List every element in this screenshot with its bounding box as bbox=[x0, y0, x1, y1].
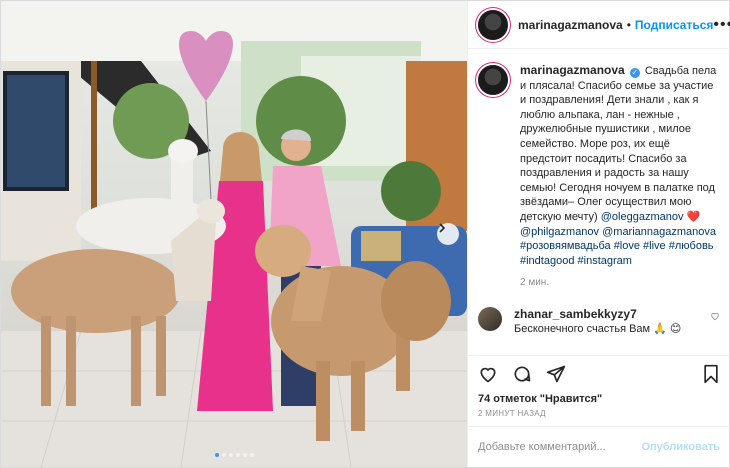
hashtag-link[interactable]: #розовяямвадьба bbox=[520, 240, 611, 252]
carousel-dot bbox=[214, 453, 219, 457]
hashtag-link[interactable]: #indtagood bbox=[520, 255, 574, 267]
mention-link[interactable]: @mariannagazmanova bbox=[602, 226, 716, 238]
comment-body: zhanar_sambekkyzy7 Бесконечного счастья … bbox=[514, 307, 710, 336]
carousel-dots bbox=[1, 453, 467, 457]
more-options-button[interactable]: ••• bbox=[713, 16, 730, 34]
heart-icon[interactable] bbox=[478, 364, 498, 384]
hashtag-link[interactable]: #live bbox=[643, 240, 666, 252]
mention-link[interactable]: @philgazmanov bbox=[520, 226, 599, 238]
hashtag-link[interactable]: #любовь bbox=[669, 240, 714, 252]
separator-dot: • bbox=[626, 17, 631, 32]
caption-body: marinagazmanova ✓ Свадьба пела и плясала… bbox=[520, 63, 720, 291]
carousel-dot bbox=[228, 453, 233, 457]
share-icon[interactable] bbox=[546, 364, 566, 384]
likes-count[interactable]: 74 отметок "Нравится" bbox=[478, 393, 720, 405]
follow-button[interactable]: Подписаться bbox=[635, 18, 713, 32]
carousel-dot bbox=[221, 453, 226, 457]
publish-button[interactable]: Опубликовать bbox=[641, 441, 720, 453]
add-comment-bar: Добавьте комментарий... Опубликовать bbox=[468, 426, 730, 467]
avatar[interactable] bbox=[478, 9, 508, 40]
comment-input[interactable]: Добавьте комментарий... bbox=[478, 441, 641, 453]
comment-username[interactable]: zhanar_sambekkyzy7 bbox=[514, 307, 637, 321]
caption-username[interactable]: marinagazmanova bbox=[520, 63, 625, 77]
post-timestamp[interactable]: 2 МИНУТ НАЗАД bbox=[478, 409, 720, 418]
carousel-dot bbox=[235, 453, 240, 457]
verified-icon: ✓ bbox=[629, 68, 640, 78]
hashtag-link[interactable]: #love bbox=[614, 240, 640, 252]
post-side-panel: marinagazmanova • Подписаться ••• marina… bbox=[467, 1, 730, 467]
avatar[interactable] bbox=[478, 306, 502, 331]
caption: marinagazmanova ✓ Свадьба пела и плясала… bbox=[478, 63, 720, 291]
chevron-right-icon bbox=[439, 223, 446, 233]
post-header: marinagazmanova • Подписаться ••• bbox=[468, 1, 730, 49]
post-photo[interactable] bbox=[1, 1, 467, 467]
hashtag-link[interactable]: #instagram bbox=[578, 255, 632, 267]
caption-text: Свадьба пела и плясала! Спасибо семье за… bbox=[520, 65, 717, 223]
carousel-next-button[interactable] bbox=[437, 223, 459, 245]
post-meta: 74 отметок "Нравится" 2 МИНУТ НАЗАД bbox=[468, 393, 730, 426]
mention-link[interactable]: @oleggazmanov bbox=[601, 211, 684, 223]
photo-illustration bbox=[1, 1, 467, 467]
comment-icon[interactable] bbox=[512, 364, 532, 384]
username-link[interactable]: marinagazmanova bbox=[518, 18, 623, 32]
caption-time: 2 мин. bbox=[520, 277, 550, 289]
action-icons bbox=[478, 364, 720, 384]
avatar[interactable] bbox=[478, 65, 508, 95]
save-icon[interactable] bbox=[702, 364, 720, 384]
comment-like-icon[interactable] bbox=[710, 311, 720, 321]
comment-item: zhanar_sambekkyzy7 Бесконечного счастья … bbox=[478, 306, 720, 336]
comment-text: Бесконечного счастья Вам 🙏 😊 bbox=[514, 322, 682, 335]
post-window: marinagazmanova • Подписаться ••• marina… bbox=[0, 0, 730, 468]
carousel-dot bbox=[242, 453, 247, 457]
carousel-dot bbox=[249, 453, 254, 457]
heart-emoji: ❤️ bbox=[686, 210, 701, 223]
comments-area[interactable]: marinagazmanova ✓ Свадьба пела и плясала… bbox=[468, 49, 730, 355]
